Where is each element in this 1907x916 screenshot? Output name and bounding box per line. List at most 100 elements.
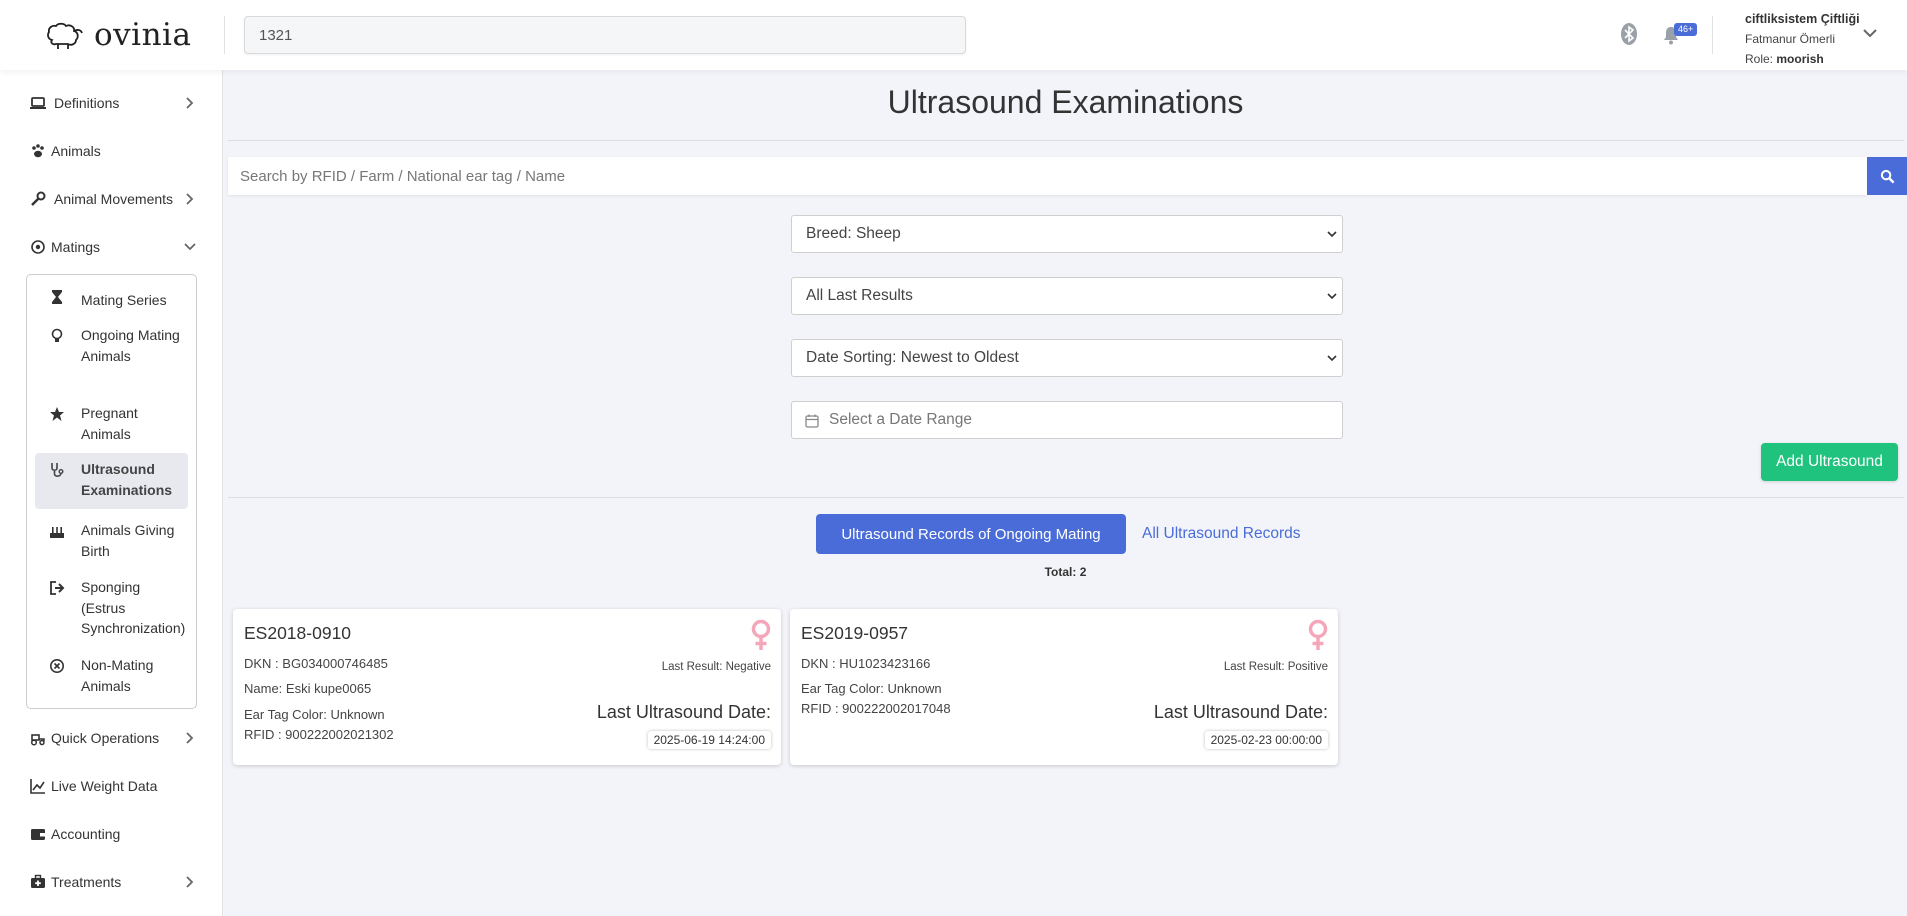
- record-dkn: DKN : BG034000746485: [244, 656, 388, 671]
- total-count: Total: 2: [1044, 565, 1087, 579]
- wallet-icon: [31, 829, 45, 840]
- chevron-right-icon: [186, 876, 194, 888]
- record-rfid: RFID : 900222002017048: [801, 701, 951, 716]
- record-last-result: Last Result: Negative: [661, 661, 771, 673]
- ultrasound-record-card[interactable]: ES2019-0957 DKN : HU1023423166 Last Resu…: [790, 609, 1338, 765]
- female-icon: [1308, 619, 1328, 650]
- sidebar-item-label: Animal Movements: [54, 191, 174, 207]
- last-ultrasound-date-label: Last Ultrasound Date:: [596, 702, 771, 722]
- sidebar-item-definitions[interactable]: Definitions: [0, 85, 223, 121]
- notification-badge: 46+: [1674, 23, 1698, 36]
- sidebar: Definitions Animals Animal Movements Mat…: [0, 70, 223, 916]
- records-search-input[interactable]: [228, 157, 1867, 195]
- notifications-button[interactable]: 46+: [1662, 22, 1702, 48]
- wrench-icon: [31, 191, 46, 206]
- user-menu[interactable]: ciftliksistem Çiftliği Fatmanur Ömerli R…: [1745, 9, 1860, 69]
- submenu-item-pregnant-animals[interactable]: Pregnant Animals: [35, 403, 188, 445]
- logo[interactable]: ovinia: [44, 16, 191, 54]
- line-chart-icon: [30, 779, 45, 794]
- sidebar-item-label: Accounting: [51, 826, 121, 842]
- bluetooth-icon[interactable]: [1620, 22, 1638, 46]
- chevron-down-icon: [184, 243, 196, 251]
- submenu-item-label: Animals Giving Birth: [81, 522, 175, 559]
- last-ultrasound-date: 2025-06-19 14:24:00: [647, 731, 771, 749]
- submenu-item-label: Pregnant Animals: [81, 405, 138, 442]
- sidebar-item-accounting[interactable]: Accounting: [0, 816, 223, 852]
- submenu-item-ongoing-mating-animals[interactable]: Ongoing Mating Animals: [35, 325, 188, 387]
- submenu-item-label: Ultrasound Examinations: [81, 461, 173, 498]
- user-farm: ciftliksistem Çiftliği: [1745, 12, 1860, 26]
- calendar-icon: [805, 414, 819, 428]
- sidebar-item-label: Treatments: [51, 874, 122, 890]
- paw-icon: [32, 144, 44, 158]
- divider: [1712, 16, 1713, 54]
- last-ultrasound-date-label: Last Ultrasound Date:: [1153, 702, 1328, 722]
- last-result-select[interactable]: All Last Results: [791, 277, 1343, 315]
- logo-text: ovinia: [94, 17, 192, 53]
- times-circle-icon: [50, 659, 64, 673]
- sidebar-item-animals[interactable]: Animals: [0, 133, 223, 169]
- date-sorting-select-value: Date Sorting: Newest to Oldest: [806, 349, 1019, 366]
- divider: [228, 140, 1904, 141]
- breed-select-value: Breed: Sheep: [806, 225, 901, 242]
- hourglass-icon: [52, 290, 62, 304]
- last-result-select-value: All Last Results: [806, 287, 913, 304]
- add-ultrasound-button[interactable]: Add Ultrasound: [1761, 443, 1898, 481]
- submenu-item-animals-giving-birth[interactable]: Animals Giving Birth: [35, 520, 188, 562]
- tab-all-ultrasound-records[interactable]: All Ultrasound Records: [1142, 514, 1301, 554]
- sidebar-item-animal-movements[interactable]: Animal Movements: [0, 181, 223, 217]
- sidebar-item-quick-operations[interactable]: Quick Operations: [0, 720, 223, 756]
- birthday-cake-icon: [50, 527, 64, 538]
- submenu-item-non-mating-animals[interactable]: Non-Mating Animals: [35, 655, 188, 697]
- submenu-item-sponging[interactable]: Sponging (Estrus Synchronization): [35, 577, 188, 639]
- female-icon: [751, 619, 771, 650]
- sidebar-item-label: Quick Operations: [51, 730, 160, 746]
- record-ear-tag-color: Ear Tag Color: Unknown: [244, 707, 385, 722]
- sidebar-item-live-weight-data[interactable]: Live Weight Data: [0, 768, 223, 804]
- sidebar-item-label: Matings: [51, 239, 101, 255]
- sheep-logo-icon: [47, 22, 83, 49]
- sidebar-item-treatments[interactable]: Treatments: [0, 864, 223, 900]
- matings-submenu: Mating Series Ongoing Mating Animals Pre…: [26, 274, 197, 709]
- submenu-item-mating-series[interactable]: Mating Series: [35, 286, 188, 314]
- dot-circle-icon: [31, 240, 45, 254]
- submenu-item-ultrasound-examinations[interactable]: Ultrasound Examinations: [35, 453, 188, 509]
- lightbulb-icon: [51, 328, 63, 342]
- role-label: Role:: [1745, 52, 1774, 66]
- breed-select[interactable]: Breed: Sheep: [791, 215, 1343, 253]
- submenu-item-label: Ongoing Mating Animals: [81, 327, 180, 364]
- record-last-result: Last Result: Positive: [1223, 661, 1328, 673]
- record-id: ES2019-0957: [801, 623, 909, 643]
- ultrasound-record-card[interactable]: ES2018-0910 DKN : BG034000746485 Last Re…: [233, 609, 781, 765]
- date-range-input[interactable]: Select a Date Range: [791, 401, 1343, 439]
- date-range-placeholder: Select a Date Range: [829, 411, 973, 428]
- global-search-input[interactable]: [244, 16, 966, 54]
- submenu-item-label: Non-Mating Animals: [81, 657, 154, 694]
- chevron-right-icon: [186, 732, 194, 744]
- date-sorting-select[interactable]: Date Sorting: Newest to Oldest: [791, 339, 1343, 377]
- sidebar-item-label: Live Weight Data: [51, 778, 158, 794]
- role-value: moorish: [1776, 52, 1824, 66]
- record-rfid: RFID : 900222002021302: [244, 727, 394, 742]
- chevron-right-icon: [186, 97, 194, 109]
- sidebar-item-matings[interactable]: Matings: [0, 229, 223, 265]
- search-icon: [1880, 169, 1894, 183]
- search-button[interactable]: [1867, 157, 1907, 195]
- submenu-item-label: Mating Series: [81, 292, 167, 308]
- record-dkn: DKN : HU1023423166: [801, 656, 931, 671]
- record-id: ES2018-0910: [244, 623, 352, 643]
- chevron-down-icon[interactable]: [1862, 27, 1878, 39]
- submenu-item-label: Sponging (Estrus Synchronization): [81, 579, 186, 636]
- sign-out-icon: [50, 581, 65, 595]
- record-name: Name: Eski kupe0065: [244, 681, 372, 696]
- user-role: Role: moorish: [1745, 49, 1860, 69]
- divider: [224, 16, 225, 54]
- tab-ongoing-mating-records[interactable]: Ultrasound Records of Ongoing Mating: [816, 514, 1126, 554]
- tractor-icon: [30, 734, 45, 746]
- star-icon: [50, 407, 64, 421]
- chevron-right-icon: [186, 193, 194, 205]
- sidebar-item-label: Animals: [51, 143, 101, 159]
- record-ear-tag-color: Ear Tag Color: Unknown: [801, 681, 942, 696]
- chevron-down-icon: [1327, 231, 1337, 238]
- medkit-icon: [31, 874, 45, 888]
